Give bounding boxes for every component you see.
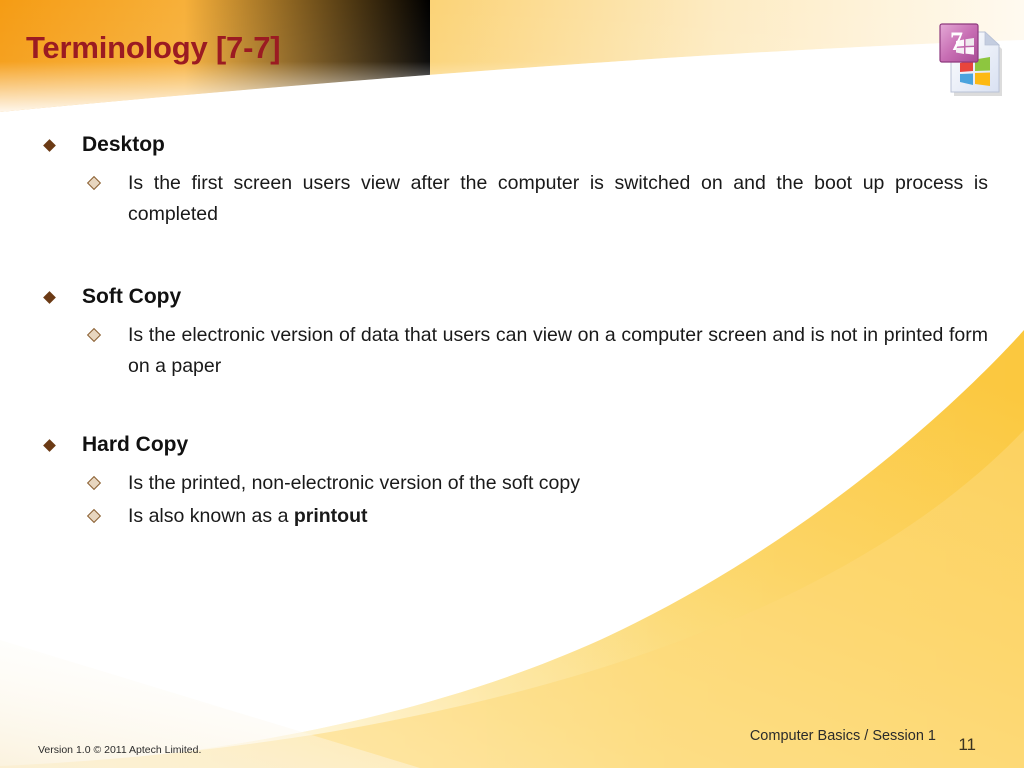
hollow-diamond-bullet-icon xyxy=(86,508,102,523)
sub-bullet-list: Is the printed, non-electronic version o… xyxy=(0,468,1024,532)
bullet-heading-label: Soft Copy xyxy=(82,284,182,308)
sub-bullet-item: Is the first screen users view after the… xyxy=(0,168,1024,230)
slide-body: Desktop Is the first screen users view a… xyxy=(0,132,1024,534)
windows-7-document-icon-glyph: 7 xyxy=(939,23,1002,96)
bullet-group-hard-copy: Hard Copy Is the printed, non-electronic… xyxy=(0,432,1024,532)
bullet-heading: Hard Copy xyxy=(0,432,1024,458)
bullet-heading-label: Desktop xyxy=(82,133,165,156)
hollow-diamond-bullet-icon xyxy=(86,328,102,343)
sub-bullet-text: Is the printed, non-electronic version o… xyxy=(128,471,580,494)
bullet-heading: Soft Copy xyxy=(0,284,1024,310)
sub-bullet-list: Is the first screen users view after the… xyxy=(0,168,1024,230)
presentation-slide: Terminology [7-7] Desktop Is the first s… xyxy=(0,0,1024,768)
sub-bullet-text: Is the electronic version of data that u… xyxy=(128,324,988,377)
page-title: Terminology [7-7] xyxy=(26,30,281,65)
diamond-bullet-icon xyxy=(43,139,56,152)
sub-bullet-item: Is the electronic version of data that u… xyxy=(0,320,1024,382)
bullet-group-desktop: Desktop Is the first screen users view a… xyxy=(0,132,1024,230)
sub-bullet-text: Is also known as a xyxy=(128,504,294,527)
sub-bullet-list: Is the electronic version of data that u… xyxy=(0,320,1024,382)
sub-bullet-item: Is the printed, non-electronic version o… xyxy=(0,468,1024,499)
bullet-heading: Desktop xyxy=(0,132,1024,158)
diamond-bullet-icon xyxy=(43,438,56,452)
sub-bullet-text-emphasis: printout xyxy=(293,504,368,527)
hollow-diamond-bullet-icon xyxy=(86,475,102,491)
course-session-label: Computer Basics / Session 1 xyxy=(749,728,936,744)
copyright-text: Version 1.0 © 2011 Aptech Limited. xyxy=(38,744,202,756)
sub-bullet-text: Is the first screen users view after the… xyxy=(128,172,988,226)
sub-bullet-item: Is also known as a printout xyxy=(0,501,1024,532)
diamond-bullet-icon xyxy=(43,290,56,304)
slide-header: Terminology [7-7] xyxy=(0,0,1024,112)
bullet-group-soft-copy: Soft Copy Is the electronic version of d… xyxy=(0,284,1024,382)
windows-7-document-icon: 7 xyxy=(934,18,1010,102)
hollow-diamond-bullet-icon xyxy=(86,176,102,191)
page-number: 11 xyxy=(958,735,976,754)
bullet-heading-label: Hard Copy xyxy=(82,432,189,456)
